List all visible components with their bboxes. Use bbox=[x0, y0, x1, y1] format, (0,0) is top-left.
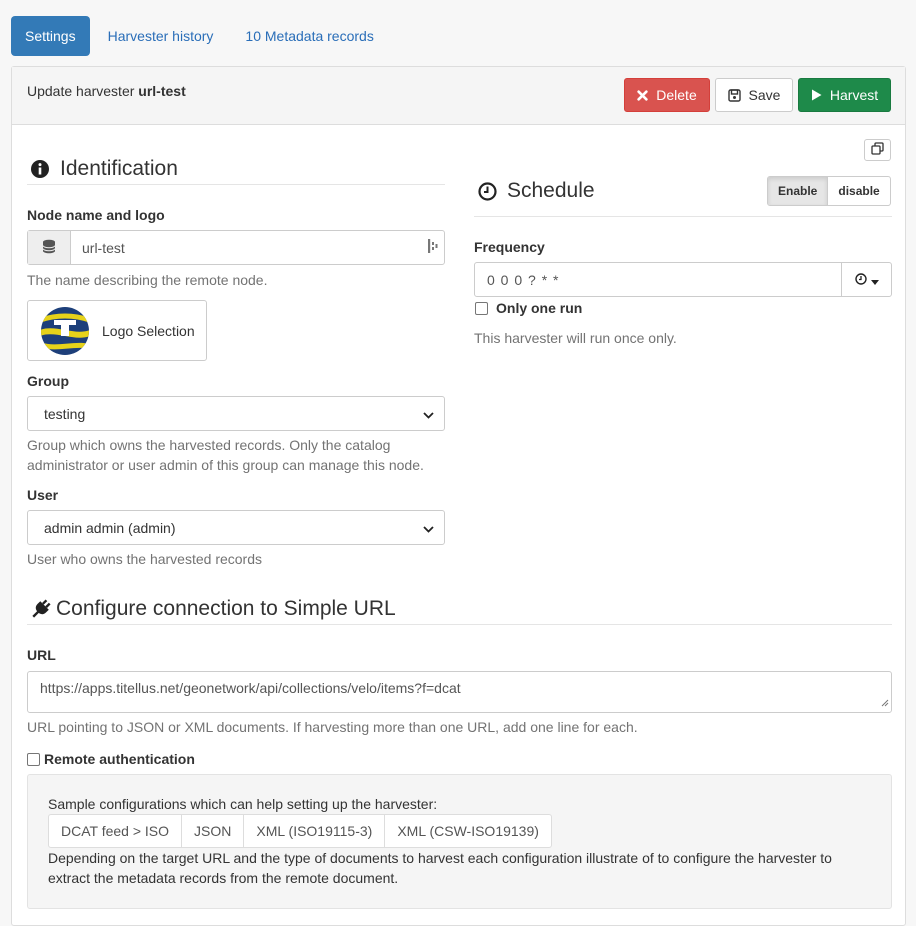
password-manager-icon[interactable] bbox=[428, 238, 438, 257]
url-textarea[interactable]: https://apps.titellus.net/geonetwork/api… bbox=[27, 671, 892, 713]
tab-settings[interactable]: Settings bbox=[11, 16, 90, 56]
database-icon-addon bbox=[28, 231, 71, 264]
logo-selection-button[interactable]: Logo Selection bbox=[27, 300, 207, 361]
resize-handle-icon[interactable] bbox=[881, 694, 889, 710]
only-one-run-label: Only one run bbox=[496, 300, 583, 316]
group-help: Group which owns the harvested records. … bbox=[27, 437, 424, 473]
harvest-label: Harvest bbox=[829, 87, 879, 103]
chevron-down-icon bbox=[423, 520, 434, 536]
panel-header: Update harvester url-test Delete Save Ha… bbox=[12, 67, 905, 125]
schedule-toggle: Enable disable bbox=[767, 176, 891, 206]
remote-auth-checkbox[interactable] bbox=[27, 752, 40, 766]
chevron-down-icon bbox=[423, 406, 434, 422]
logo-selection-label: Logo Selection bbox=[102, 322, 195, 339]
sample-dcat-button[interactable]: DCAT feed > ISO bbox=[48, 814, 183, 848]
harvester-logo bbox=[40, 306, 90, 356]
copy-icon bbox=[871, 142, 884, 158]
user-select[interactable]: admin admin (admin) bbox=[27, 510, 445, 545]
copy-button[interactable] bbox=[864, 139, 891, 161]
disable-button[interactable]: disable bbox=[828, 177, 889, 205]
database-icon bbox=[42, 239, 56, 257]
floppy-disk-icon bbox=[727, 88, 741, 102]
only-one-run-checkbox[interactable] bbox=[475, 301, 488, 315]
delete-label: Delete bbox=[656, 87, 697, 103]
user-label: User bbox=[27, 487, 59, 503]
connection-heading: Configure connection to Simple URL bbox=[30, 596, 396, 622]
caret-down-icon bbox=[870, 272, 879, 288]
connection-divider bbox=[27, 624, 892, 625]
url-label: URL bbox=[27, 647, 56, 663]
harvester-name: url-test bbox=[138, 83, 186, 99]
node-name-help: The name describing the remote node. bbox=[27, 272, 268, 288]
sample-config-well: Sample configurations which can help set… bbox=[27, 774, 892, 909]
identification-heading-text: Identification bbox=[60, 157, 178, 180]
tab-bar: Settings Harvester history 10 Metadata r… bbox=[11, 16, 388, 56]
identification-divider bbox=[27, 184, 445, 185]
user-help: User who owns the harvested records bbox=[27, 551, 262, 567]
frequency-value: 0 0 0 ? * * bbox=[487, 271, 560, 288]
connection-heading-text: Configure connection to Simple URL bbox=[56, 597, 396, 620]
save-label: Save bbox=[748, 87, 781, 103]
sample-xml-csw-button[interactable]: XML (CSW-ISO19139) bbox=[384, 814, 552, 848]
group-label: Group bbox=[27, 373, 69, 389]
tab-harvester-history[interactable]: Harvester history bbox=[94, 16, 228, 56]
page-title: Update harvester url-test bbox=[27, 83, 186, 99]
frequency-picker-button[interactable] bbox=[841, 263, 891, 296]
remote-auth-label: Remote authentication bbox=[44, 751, 195, 767]
schedule-divider bbox=[474, 216, 892, 217]
info-circle-icon bbox=[30, 159, 50, 179]
schedule-heading-text: Schedule bbox=[507, 179, 595, 202]
only-one-run-option[interactable]: Only one run bbox=[475, 300, 582, 316]
sample-xml-iso19115-button[interactable]: XML (ISO19115-3) bbox=[243, 814, 386, 848]
sample-config-help: Depending on the target URL and the type… bbox=[48, 850, 832, 886]
enable-button[interactable]: Enable bbox=[768, 177, 829, 205]
play-icon bbox=[811, 89, 822, 101]
node-name-label: Node name and logo bbox=[27, 207, 165, 223]
url-value: https://apps.titellus.net/geonetwork/api… bbox=[40, 680, 461, 696]
harvest-button[interactable]: Harvest bbox=[798, 78, 891, 112]
clock-icon bbox=[478, 181, 497, 201]
close-icon bbox=[637, 89, 648, 101]
group-value: testing bbox=[44, 405, 86, 422]
node-name-field[interactable]: url-test bbox=[27, 230, 445, 265]
user-value: admin admin (admin) bbox=[44, 519, 176, 536]
title-prefix: Update harvester bbox=[27, 83, 135, 99]
group-select[interactable]: testing bbox=[27, 396, 445, 431]
frequency-label: Frequency bbox=[474, 239, 545, 255]
delete-button[interactable]: Delete bbox=[624, 78, 710, 112]
frequency-field[interactable]: 0 0 0 ? * * bbox=[474, 262, 892, 297]
schedule-help: This harvester will run once only. bbox=[474, 330, 677, 346]
url-help: URL pointing to JSON or XML documents. I… bbox=[27, 719, 638, 735]
tab-metadata-records[interactable]: 10 Metadata records bbox=[231, 16, 387, 56]
schedule-heading: Schedule bbox=[478, 178, 595, 204]
save-button[interactable]: Save bbox=[715, 78, 793, 112]
identification-heading: Identification bbox=[30, 156, 178, 182]
node-name-value: url-test bbox=[82, 239, 125, 256]
remote-auth-option[interactable]: Remote authentication bbox=[27, 751, 195, 767]
sample-config-title: Sample configurations which can help set… bbox=[48, 796, 438, 812]
sample-config-buttons: DCAT feed > ISO JSON XML (ISO19115-3) XM… bbox=[48, 814, 552, 848]
clock-icon bbox=[854, 272, 867, 288]
harvester-panel: Update harvester url-test Delete Save Ha… bbox=[11, 66, 906, 926]
plug-icon bbox=[30, 598, 52, 620]
sample-json-button[interactable]: JSON bbox=[181, 814, 245, 848]
